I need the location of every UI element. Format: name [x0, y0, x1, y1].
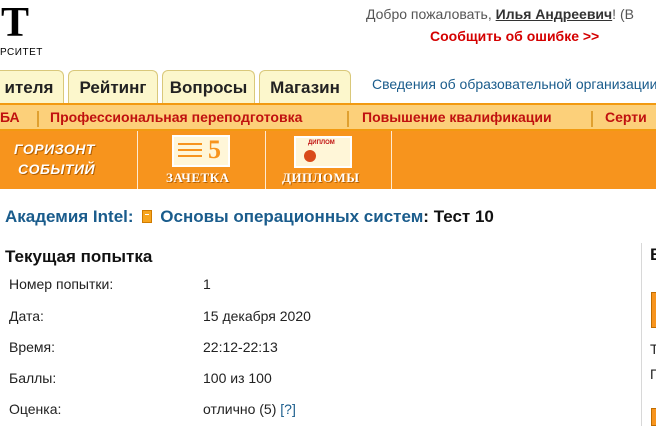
gradebook-grade: 5: [208, 135, 221, 164]
side-panel-banner[interactable]: [651, 408, 656, 426]
attempt-section-title: Текущая попытка: [5, 247, 153, 266]
banner-divider: [391, 131, 392, 189]
attempt-time-value: 22:12-22:13: [203, 339, 278, 355]
welcome-message: Добро пожаловать, Илья Андреевич! (В: [366, 6, 634, 22]
zachetka-label: ЗАЧЕТКА: [166, 170, 230, 185]
course-book-icon: [142, 210, 153, 223]
breadcrumb-current: Тест 10: [433, 207, 494, 226]
attempt-date-label: Дата:: [9, 308, 44, 324]
column-divider: [641, 243, 642, 426]
nav-item-retraining[interactable]: Профессиональная переподготовка: [50, 109, 302, 125]
tab-shop[interactable]: Магазин: [259, 70, 351, 103]
attempt-grade-row: отлично (5) [?]: [203, 401, 296, 417]
site-logo[interactable]: T: [1, 2, 29, 44]
breadcrumb-academy-link[interactable]: Академия Intel: [5, 207, 128, 226]
breadcrumb: Академия Intel: Основы операционных сист…: [5, 207, 494, 227]
program-nav: БА Профессиональная переподготовка Повыш…: [0, 103, 656, 131]
diplomas-button[interactable]: ДИПЛОМ ДИПЛОМЫ: [266, 131, 391, 189]
zachetka-button[interactable]: 5 ЗАЧЕТКА: [140, 131, 265, 189]
nav-divider: [347, 111, 349, 127]
diploma-icon: ДИПЛОМ: [294, 136, 352, 168]
report-error-link[interactable]: Сообщить об ошибке >>: [430, 28, 599, 44]
breadcrumb-separator: :: [127, 207, 134, 226]
user-name-link[interactable]: Илья Андреевич: [496, 6, 613, 22]
attempt-number-label: Номер попытки:: [9, 276, 114, 292]
organization-info-link[interactable]: Сведения об образовательной организации: [372, 76, 656, 92]
side-panel-text: П: [650, 366, 656, 382]
side-panel-text: Т: [650, 341, 656, 357]
tab-questions[interactable]: Вопросы: [162, 70, 255, 103]
grade-help-link[interactable]: [?]: [280, 401, 296, 417]
horizon-of-events-button[interactable]: ГОРИЗОНТ СОБЫТИЙ: [0, 131, 137, 189]
attempt-grade-value: отлично (5): [203, 401, 277, 417]
diploma-seal: [304, 150, 316, 162]
side-panel-banner[interactable]: [651, 292, 656, 328]
nav-item-advanced-training[interactable]: Повышение квалификации: [362, 109, 552, 125]
tab-teachers[interactable]: ителя: [0, 70, 64, 103]
diplomas-label: ДИПЛОМЫ: [282, 170, 360, 185]
attempt-date-value: 15 декабря 2020: [203, 308, 311, 324]
nav-item-certification[interactable]: Серти: [605, 109, 647, 125]
nav-divider: [591, 111, 593, 127]
side-panel-title: В: [650, 245, 656, 265]
service-banner: ГОРИЗОНТ СОБЫТИЙ 5 ЗАЧЕТКА ДИПЛОМ ДИПЛОМ…: [0, 131, 656, 189]
attempt-score-value: 100 из 100: [203, 370, 272, 386]
gradebook-icon: [172, 135, 230, 167]
nav-divider: [37, 111, 39, 127]
welcome-text: Добро пожаловать,: [366, 6, 492, 22]
horizon-label-line1: ГОРИЗОНТ: [14, 141, 95, 157]
attempt-grade-label: Оценка:: [9, 401, 62, 417]
site-logo-caption: РСИТЕТ: [0, 47, 43, 58]
attempt-time-label: Время:: [9, 339, 56, 355]
nav-item-ba[interactable]: БА: [0, 109, 20, 125]
tab-rating[interactable]: Рейтинг: [68, 70, 158, 103]
breadcrumb-separator: :: [423, 207, 429, 226]
attempt-score-label: Баллы:: [9, 370, 57, 386]
banner-divider: [137, 131, 138, 189]
diploma-icon-tag: ДИПЛОМ: [308, 140, 335, 146]
attempt-number-value: 1: [203, 276, 211, 292]
breadcrumb-course-link[interactable]: Основы операционных систем: [160, 207, 423, 226]
horizon-label-line2: СОБЫТИЙ: [18, 161, 96, 177]
welcome-tail: ! (В: [612, 6, 634, 22]
